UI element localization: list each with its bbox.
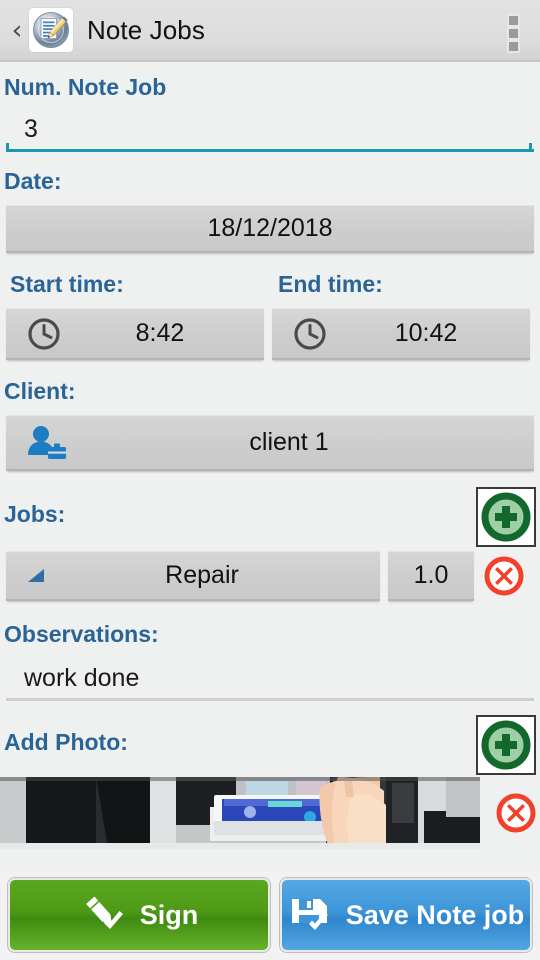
save-note-job-button[interactable]: Save Note job xyxy=(280,878,532,952)
num-note-job-label: Num. Note Job xyxy=(4,74,167,100)
spinner-triangle-icon xyxy=(24,565,50,587)
back-chevron-icon[interactable]: ‹ xyxy=(6,17,28,44)
date-button[interactable]: 18/12/2018 xyxy=(6,205,534,253)
overflow-menu-icon[interactable] xyxy=(509,16,518,51)
add-circle-icon xyxy=(481,720,531,770)
action-bar: ‹ Note Jobs xyxy=(0,0,540,62)
delete-circle-icon xyxy=(482,554,526,598)
observations-label: Observations: xyxy=(4,621,159,647)
end-time-label: End time: xyxy=(278,271,383,297)
add-photo-button[interactable] xyxy=(476,715,536,775)
pencil-check-icon xyxy=(80,894,126,936)
job-row: Repair 1.0 xyxy=(0,551,540,601)
form-content: Num. Note Job 3 Date: 18/12/2018 Start t… xyxy=(0,64,540,849)
start-time-label: Start time: xyxy=(10,271,124,297)
add-circle-icon xyxy=(481,492,531,542)
observations-input[interactable]: work done xyxy=(6,660,534,701)
start-time-value: 8:42 xyxy=(135,319,185,347)
page-title: Note Jobs xyxy=(87,14,205,45)
delete-photo-button[interactable] xyxy=(494,791,538,835)
note-jobs-screen: ‹ Note Jobs Num. Note Job 3 Date: 18/12/… xyxy=(0,0,540,960)
num-note-job-input[interactable]: 3 xyxy=(6,111,534,152)
app-icon xyxy=(29,8,73,52)
client-label: Client: xyxy=(4,378,76,404)
sign-button[interactable]: Sign xyxy=(8,878,270,952)
delete-job-button[interactable] xyxy=(482,554,526,598)
jobs-label: Jobs: xyxy=(4,501,66,527)
clock-icon xyxy=(26,316,62,352)
job-name-spinner[interactable]: Repair xyxy=(6,551,380,601)
client-person-icon xyxy=(26,423,68,463)
save-note-job-label: Save Note job xyxy=(345,899,525,930)
bottom-action-bar: Sign Save Note job xyxy=(0,870,540,960)
sign-button-label: Sign xyxy=(139,899,199,930)
clock-icon xyxy=(292,316,328,352)
job-name-value: Repair xyxy=(165,561,239,589)
client-button[interactable]: client 1 xyxy=(6,415,534,471)
photo-row xyxy=(0,777,540,849)
client-value: client 1 xyxy=(249,428,329,456)
photo-thumbnail[interactable] xyxy=(0,777,480,849)
date-label: Date: xyxy=(4,168,62,194)
add-job-button[interactable] xyxy=(476,487,536,547)
job-quantity-field[interactable]: 1.0 xyxy=(388,551,474,601)
add-photo-label: Add Photo: xyxy=(4,729,128,755)
end-time-button[interactable]: 10:42 xyxy=(272,308,530,360)
start-time-button[interactable]: 8:42 xyxy=(6,308,264,360)
end-time-value: 10:42 xyxy=(394,319,458,347)
floppy-check-icon xyxy=(288,894,332,936)
delete-circle-icon xyxy=(494,791,538,835)
